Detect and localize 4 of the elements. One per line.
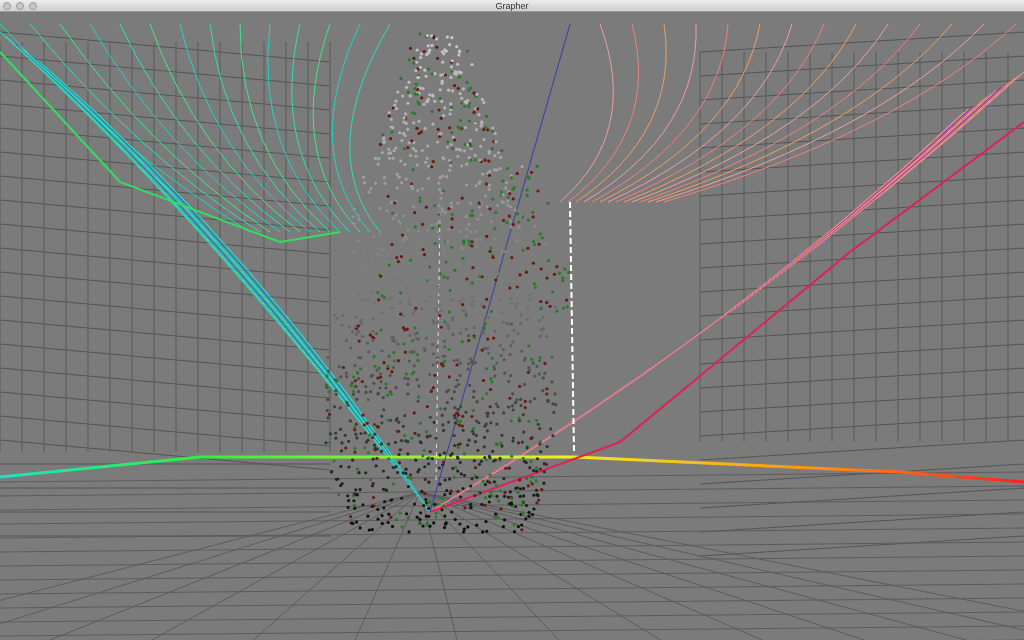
close-button[interactable] bbox=[3, 2, 11, 10]
minimize-button[interactable] bbox=[16, 2, 24, 10]
window-title: Grapher bbox=[495, 0, 529, 11]
zoom-button[interactable] bbox=[29, 2, 37, 10]
